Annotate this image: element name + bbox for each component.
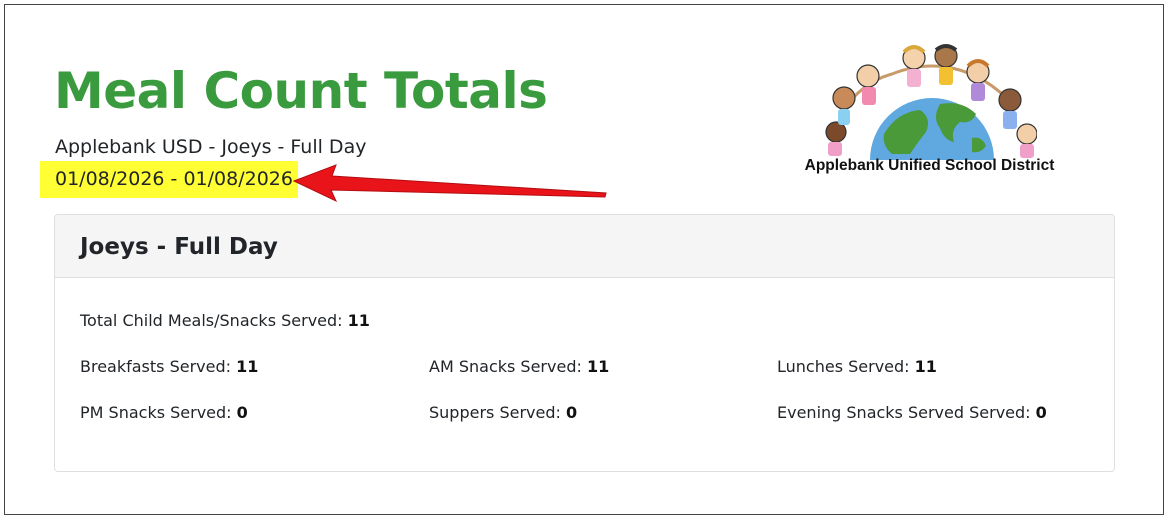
lunches-stat: Lunches Served: 11 — [777, 356, 937, 378]
stat-label: Total Child Meals/Snacks Served: — [80, 311, 343, 330]
stat-value: 11 — [347, 311, 370, 330]
stat-value: 0 — [565, 403, 578, 422]
stat-label: Suppers Served: — [429, 403, 561, 422]
globe-children-illustration — [825, 44, 1037, 160]
card-title: Joeys - Full Day — [80, 234, 278, 260]
stat-value: 11 — [586, 357, 610, 376]
red-arrow-annotation — [292, 164, 607, 203]
page-subtitle: Applebank USD - Joeys - Full Day — [55, 136, 367, 158]
stat-value: 11 — [236, 357, 259, 376]
stat-value: 11 — [914, 357, 937, 376]
pm-snacks-stat: PM Snacks Served: 0 — [80, 402, 248, 424]
stat-label: Breakfasts Served: — [80, 357, 232, 376]
stat-label: Lunches Served: — [777, 357, 910, 376]
stat-value: 0 — [236, 403, 248, 422]
evening-snacks-stat: Evening Snacks Served Served: 0 — [777, 402, 1047, 424]
breakfasts-stat: Breakfasts Served: 11 — [80, 356, 258, 378]
stat-label: AM Snacks Served: — [429, 357, 582, 376]
stat-label: PM Snacks Served: — [80, 403, 232, 422]
card-header: Joeys - Full Day — [55, 215, 1114, 278]
total-meals-stat: Total Child Meals/Snacks Served: 11 — [80, 310, 370, 332]
stat-value: 0 — [1035, 403, 1047, 422]
suppers-stat: Suppers Served: 0 — [429, 402, 577, 424]
logo-district-name: Applebank Unified School District — [804, 157, 1055, 174]
stat-label: Evening Snacks Served Served: — [777, 403, 1031, 422]
am-snacks-stat: AM Snacks Served: 11 — [429, 356, 609, 378]
school-district-logo: Applebank Unified School District — [792, 42, 1067, 182]
meal-count-card: Joeys - Full Day Total Child Meals/Snack… — [54, 214, 1115, 472]
date-range-highlight: 01/08/2026 - 01/08/2026 — [40, 161, 298, 198]
page-title: Meal Count Totals — [54, 62, 548, 120]
